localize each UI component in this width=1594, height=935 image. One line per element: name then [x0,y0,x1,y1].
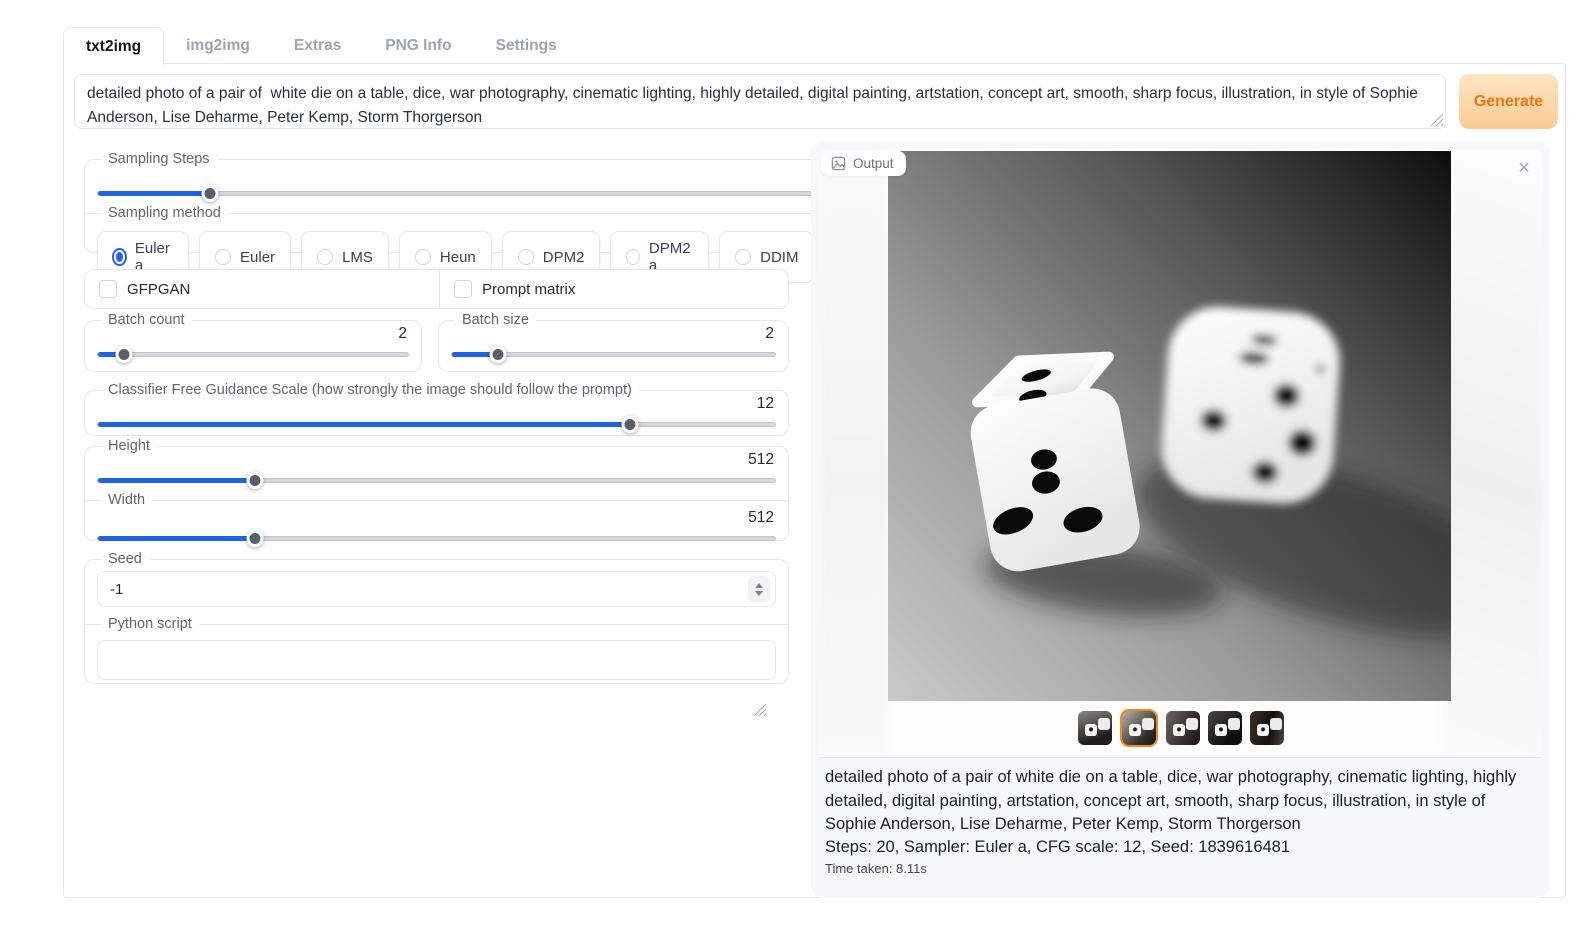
prompt-input[interactable]: detailed photo of a pair of white die on… [74,74,1446,129]
radio-icon [317,249,333,265]
python-script-input[interactable] [97,640,776,680]
number-stepper[interactable] [748,576,770,602]
cfg-scale-slider-knob[interactable] [622,416,639,433]
height-group: Height 512 Width 512 [84,438,789,541]
width-value: 512 [97,509,776,527]
gallery-thumbnail-5[interactable] [1250,711,1284,745]
stepper-down-icon[interactable] [755,591,763,596]
height-value: 512 [97,451,776,469]
gallery-thumbnails [819,709,1542,747]
height-label: Height [101,438,157,454]
sampling-method-label: Sampling method [101,205,228,221]
radio-icon [735,249,751,265]
cfg-scale-group: Classifier Free Guidance Scale (how stro… [84,382,789,436]
seed-input[interactable] [97,571,776,607]
txt2img-panel: detailed photo of a pair of white die on… [63,63,1566,898]
prompt-matrix-checkbox[interactable] [454,280,472,298]
tab-png-info[interactable]: PNG Info [363,27,473,64]
gallery-thumbnail-4[interactable] [1208,711,1242,745]
seed-group: Seed Python script [84,551,789,684]
batch-count-group: Batch count 2 [84,312,422,372]
radio-icon [113,249,126,265]
output-gallery: Output × [819,149,1542,758]
seed-label: Seed [101,551,149,567]
gfpgan-option: GFPGAN [85,270,439,308]
gfpgan-label: GFPGAN [127,281,190,298]
generation-time-text: Time taken: 8.11s [825,861,1536,876]
height-slider-knob[interactable] [247,472,264,489]
tab-img2img[interactable]: img2img [164,27,272,64]
radio-icon [415,249,431,265]
radio-icon [518,249,534,265]
image-icon [831,156,846,171]
gallery-thumbnail-3[interactable] [1166,711,1200,745]
options-panel: GFPGAN Prompt matrix [84,269,789,309]
batch-size-slider-knob[interactable] [490,346,507,363]
height-slider[interactable] [97,478,776,483]
width-slider-knob[interactable] [247,530,264,547]
generate-button[interactable]: Generate [1459,74,1558,129]
batch-size-slider[interactable] [451,352,776,357]
tab-extras[interactable]: Extras [272,27,363,64]
sampling-steps-label: Sampling Steps [101,151,217,167]
close-icon[interactable]: × [1512,156,1536,180]
resize-handle-icon[interactable] [753,703,766,716]
radio-icon [626,249,639,265]
tab-bar: txt2img img2img Extras PNG Info Settings [63,27,579,64]
sampling-steps-slider-knob[interactable] [201,185,218,202]
batch-count-slider-knob[interactable] [116,346,133,363]
radio-icon [215,249,231,265]
cfg-scale-label: Classifier Free Guidance Scale (how stro… [101,382,639,398]
stepper-up-icon[interactable] [755,583,763,588]
output-panel: Output × [811,141,1550,898]
gfpgan-checkbox[interactable] [99,280,117,298]
width-label: Width [101,492,152,508]
settings-column: Sampling Steps 20 Sampling method Euler … [84,151,789,696]
sampling-steps-slider[interactable] [97,191,922,196]
tab-txt2img[interactable]: txt2img [63,27,164,65]
gallery-edge-blur [1442,149,1542,757]
generation-info: detailed photo of a pair of white die on… [819,758,1542,876]
width-group: Width 512 [85,492,788,541]
tab-settings[interactable]: Settings [474,27,579,64]
gallery-thumbnail-2-selected[interactable] [1120,709,1158,747]
cfg-scale-slider[interactable] [97,422,776,427]
sampling-steps-group: Sampling Steps 20 Sampling method Euler … [84,151,935,253]
batch-size-group: Batch size 2 [438,312,789,372]
python-script-label: Python script [101,616,199,632]
width-slider[interactable] [97,536,776,541]
generated-image[interactable] [888,151,1451,701]
sampling-steps-value: 20 [97,164,922,182]
batch-count-label: Batch count [101,312,192,328]
output-label: Output [853,156,894,171]
gallery-edge-blur [819,149,888,757]
generation-prompt-text: detailed photo of a pair of white die on… [825,766,1536,837]
batch-size-label: Batch size [455,312,536,328]
python-script-group: Python script [85,616,788,685]
prompt-matrix-option: Prompt matrix [439,270,788,308]
output-label-chip: Output [821,151,906,176]
batch-count-slider[interactable] [97,352,409,357]
generation-params-text: Steps: 20, Sampler: Euler a, CFG scale: … [825,838,1536,857]
gallery-thumbnail-1[interactable] [1078,711,1112,745]
prompt-matrix-label: Prompt matrix [482,281,575,298]
